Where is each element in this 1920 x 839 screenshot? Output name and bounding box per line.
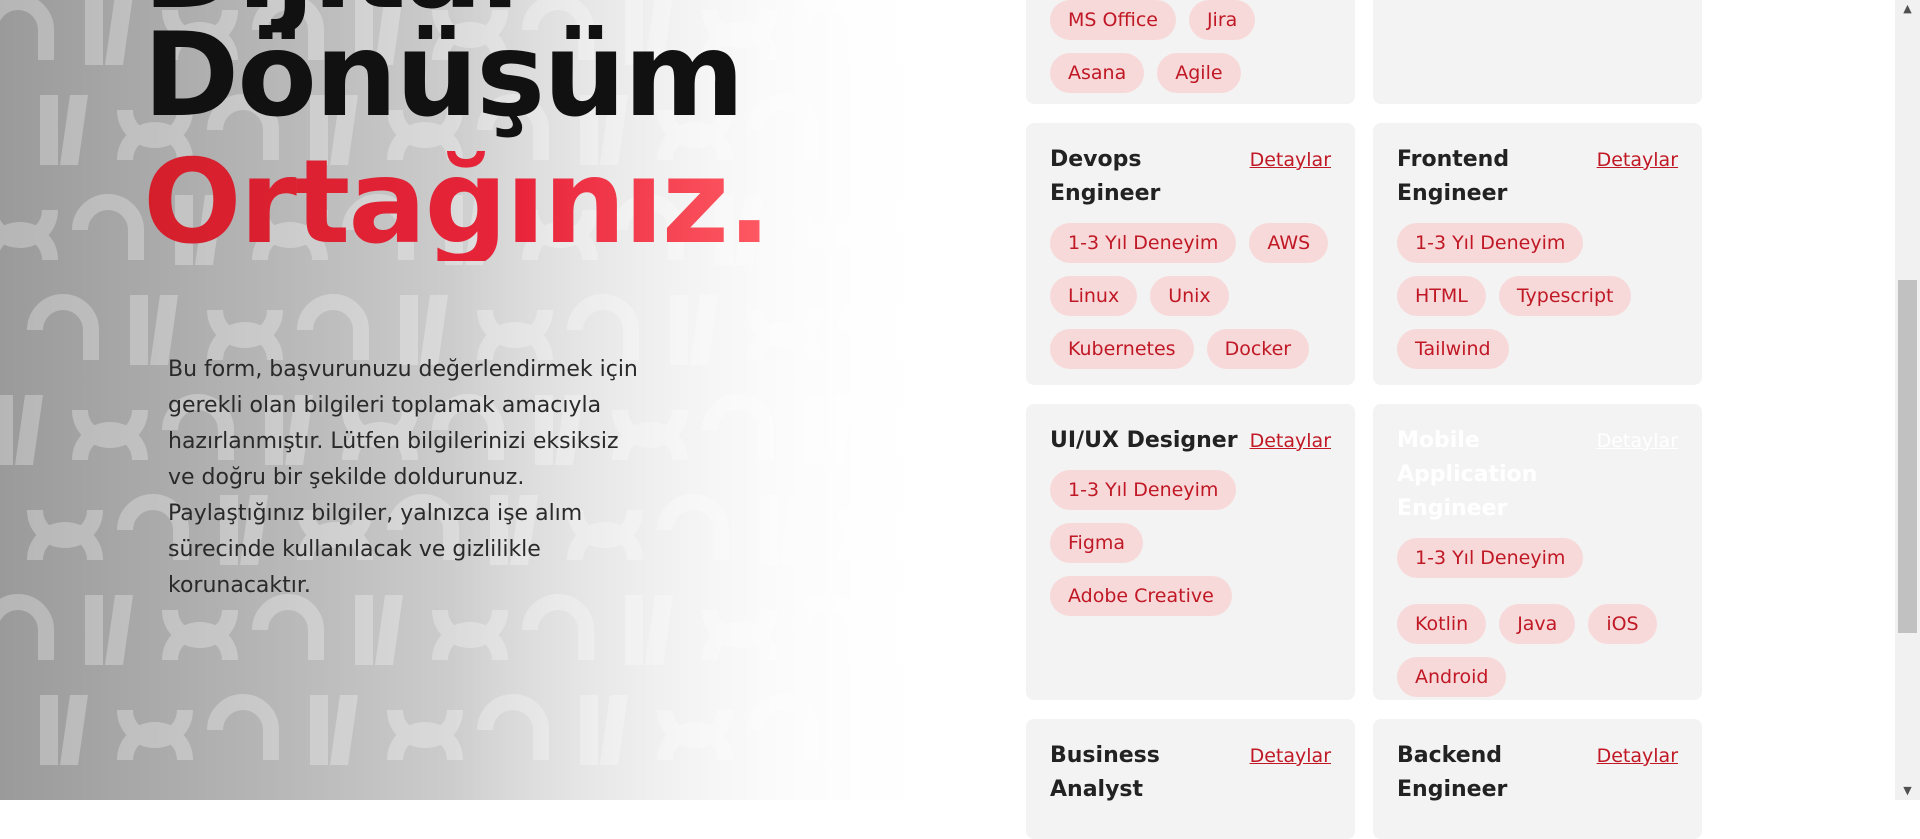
skill-tag[interactable]: Linux [1050,276,1138,316]
skill-tag[interactable]: Kubernetes [1050,329,1194,369]
skill-tag[interactable]: Docker [1206,329,1310,369]
job-card-empty [1373,0,1702,104]
skill-tag[interactable]: Android [1397,657,1507,697]
skill-tag[interactable]: Typescript [1498,276,1632,316]
skill-tag[interactable]: Java [1499,604,1576,644]
arrow-down-icon[interactable]: ▼ [1895,782,1920,800]
skill-tag[interactable]: Kotlin [1397,604,1487,644]
job-card-uiux: UI/UX Designer Detaylar 1-3 Yıl Deneyim … [1026,404,1355,700]
card-header: UI/UX Designer Detaylar [1050,404,1331,458]
skill-tag[interactable]: AWS [1249,223,1329,263]
skill-tag[interactable]: 1-3 Yıl Deneyim [1397,538,1584,578]
card-title: Backend Engineer [1397,743,1508,802]
skill-tag[interactable]: 1-3 Yıl Deneyim [1050,223,1237,263]
card-title: Devops Engineer [1050,147,1161,206]
card-title: Frontend Engineer [1397,147,1510,206]
skill-tag[interactable]: Unix [1150,276,1229,316]
card-title: UI/UX Designer [1050,428,1238,453]
card-header: Business Analyst Detaylar [1050,719,1331,807]
details-link[interactable]: Detaylar [1250,143,1331,177]
hero-description: Bu form, başvurunuzu değerlendirmek için… [168,357,638,598]
job-card-devops: Devops Engineer Detaylar 1-3 Yıl Deneyim… [1026,123,1355,385]
skill-tag[interactable]: iOS [1588,604,1657,644]
skill-tag[interactable]: Jira [1188,0,1256,40]
job-card-backend: Backend Engineer Detaylar [1373,719,1702,839]
skill-tag[interactable]: Figma [1050,523,1144,563]
scrollbar[interactable]: ▲ ▼ [1895,0,1920,800]
details-link[interactable]: Detaylar [1250,424,1331,458]
card-tags: 1-3 Yıl Deneyim Kotlin Java iOS Android [1397,538,1678,697]
card-header: Frontend Engineer Detaylar [1397,123,1678,211]
hero-title-line-2: Dönüşüm [143,8,745,143]
skill-tag[interactable]: HTML [1397,276,1486,316]
card-tags: MS Office Jira Asana Agile [1050,0,1331,93]
skill-tag[interactable]: Asana [1050,53,1145,93]
job-card-frontend: Frontend Engineer Detaylar 1-3 Yıl Deney… [1373,123,1702,385]
card-header: Backend Engineer Detaylar [1397,719,1678,807]
card-header: Mobile Application Engineer Detaylar [1397,404,1678,526]
arrow-up-icon[interactable]: ▲ [1895,0,1920,18]
hero-title-line-3: Ortağınız. [143,135,771,270]
details-link[interactable]: Detaylar [1250,739,1331,773]
card-title: Business Analyst [1050,743,1160,802]
skill-tag[interactable]: Tailwind [1397,329,1509,369]
skill-tag[interactable]: MS Office [1050,0,1176,40]
job-card-office: MS Office Jira Asana Agile [1026,0,1355,104]
skill-tag[interactable]: Adobe Creative [1050,576,1232,616]
job-card-business: Business Analyst Detaylar [1026,719,1355,839]
card-tags: 1-3 Yıl Deneyim HTML Typescript Tailwind [1397,223,1678,369]
skill-tag[interactable]: 1-3 Yıl Deneyim [1050,470,1237,510]
card-header: Devops Engineer Detaylar [1050,123,1331,211]
details-link[interactable]: Detaylar [1597,424,1678,458]
job-card-mobile: Mobile Application Engineer Detaylar 1-3… [1373,404,1702,700]
card-tags: 1-3 Yıl Deneyim AWS Linux Unix Kubernete… [1050,223,1331,369]
scrollbar-thumb[interactable] [1898,280,1917,633]
skill-tag[interactable]: 1-3 Yıl Deneyim [1397,223,1584,263]
skill-tag[interactable]: Agile [1157,53,1241,93]
card-tags: 1-3 Yıl Deneyim Figma Adobe Creative [1050,470,1331,616]
details-link[interactable]: Detaylar [1597,739,1678,773]
card-title: Mobile Application Engineer [1397,428,1538,521]
details-link[interactable]: Detaylar [1597,143,1678,177]
